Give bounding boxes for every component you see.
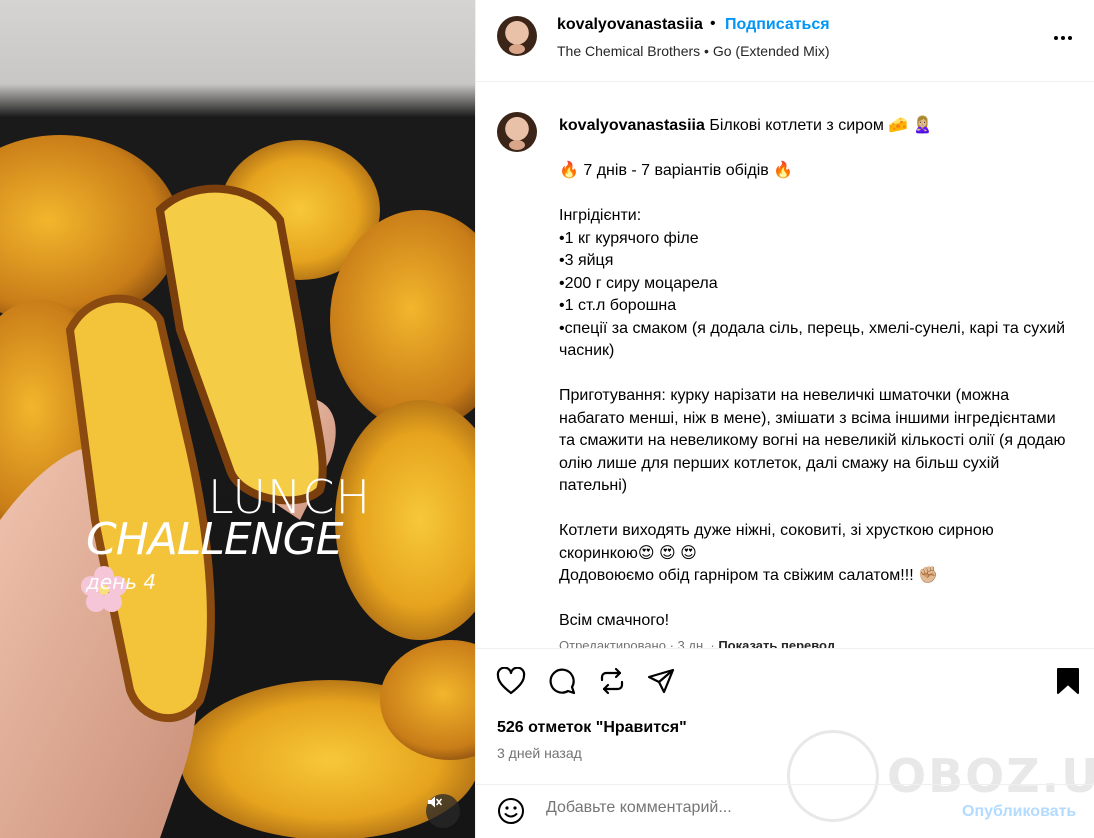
save-button[interactable] (1052, 667, 1084, 699)
more-dot-icon (1068, 36, 1072, 40)
repost-button[interactable] (596, 667, 628, 699)
separator-dot: • (710, 15, 716, 32)
caption-title: Білкові котлети з сиром 🧀 🙎🏼‍♀️ (709, 117, 933, 134)
caption-subtitle: 🔥 7 днів - 7 варіантів обідів 🔥 (559, 162, 794, 179)
mute-button[interactable] (426, 794, 460, 828)
caption-section: kovalyovanastasiia Білкові котлети з сир… (476, 82, 1094, 648)
overlay-title-line2: CHALLENGE (86, 514, 344, 565)
more-options-button[interactable] (1054, 36, 1072, 40)
follow-button[interactable]: Подписаться (725, 16, 830, 34)
smiley-icon (497, 798, 525, 829)
ingredient-item: •1 кг курячого філе (559, 229, 699, 247)
post-media[interactable]: LUNCH CHALLENGE день 4 (0, 0, 475, 838)
closing-text: Всім смачного! (559, 612, 670, 629)
post-details-panel: kovalyovanastasiia • Подписаться The Che… (475, 0, 1094, 838)
post-header: kovalyovanastasiia • Подписаться The Che… (476, 0, 1094, 82)
repost-icon (598, 667, 626, 700)
likes-count[interactable]: 526 отметок "Нравится" (497, 719, 687, 737)
ingredient-item: •200 г сиру моцарела (559, 274, 718, 292)
preparation-text: Приготування: курку нарізати на невеличк… (559, 387, 1066, 494)
comment-button[interactable] (546, 667, 578, 699)
author-username[interactable]: kovalyovanastasiia (557, 16, 703, 34)
ingredient-item: •спеції за смаком (я додала сіль, перець… (559, 319, 1066, 360)
avatar[interactable] (497, 16, 537, 56)
ingredients-heading: Інгрідієнти: (559, 207, 642, 224)
comment-input[interactable] (546, 799, 946, 817)
ingredient-item: •3 яйця (559, 252, 614, 269)
serving-text: Додовоюємо обід гарніром та свіжим салат… (559, 567, 938, 584)
send-icon (647, 667, 675, 700)
result-text: Котлети виходять дуже ніжні, соковиті, з… (559, 522, 994, 562)
ingredient-item: •1 ст.л борошна (559, 297, 677, 314)
emoji-button[interactable] (497, 797, 525, 830)
more-dot-icon (1061, 36, 1065, 40)
more-dot-icon (1054, 36, 1058, 40)
share-button[interactable] (645, 667, 677, 699)
caption-body: kovalyovanastasiia Білкові котлети з сир… (559, 115, 1069, 633)
caption-meta: Отредактировано · 3 дн. · Показать перев… (559, 638, 835, 648)
heart-icon (496, 666, 526, 700)
comment-bubble-icon (548, 667, 576, 700)
post-timestamp[interactable]: 3 дней назад (497, 745, 582, 761)
show-translation-link[interactable]: Показать перевод (718, 638, 835, 648)
edited-label: Отредактировано · 3 дн. (559, 638, 707, 648)
comment-bar: Опубликовать (476, 784, 1094, 838)
caption-avatar[interactable] (497, 112, 537, 152)
like-button[interactable] (495, 666, 527, 700)
overlay-day-label: день 4 (86, 570, 157, 594)
food-photo (0, 135, 475, 838)
audio-track-link[interactable]: The Chemical Brothers • Go (Extended Mix… (557, 43, 830, 59)
caption-username[interactable]: kovalyovanastasiia (559, 117, 705, 134)
publish-comment-button[interactable]: Опубликовать (962, 803, 1076, 821)
bookmark-icon (1056, 667, 1080, 700)
